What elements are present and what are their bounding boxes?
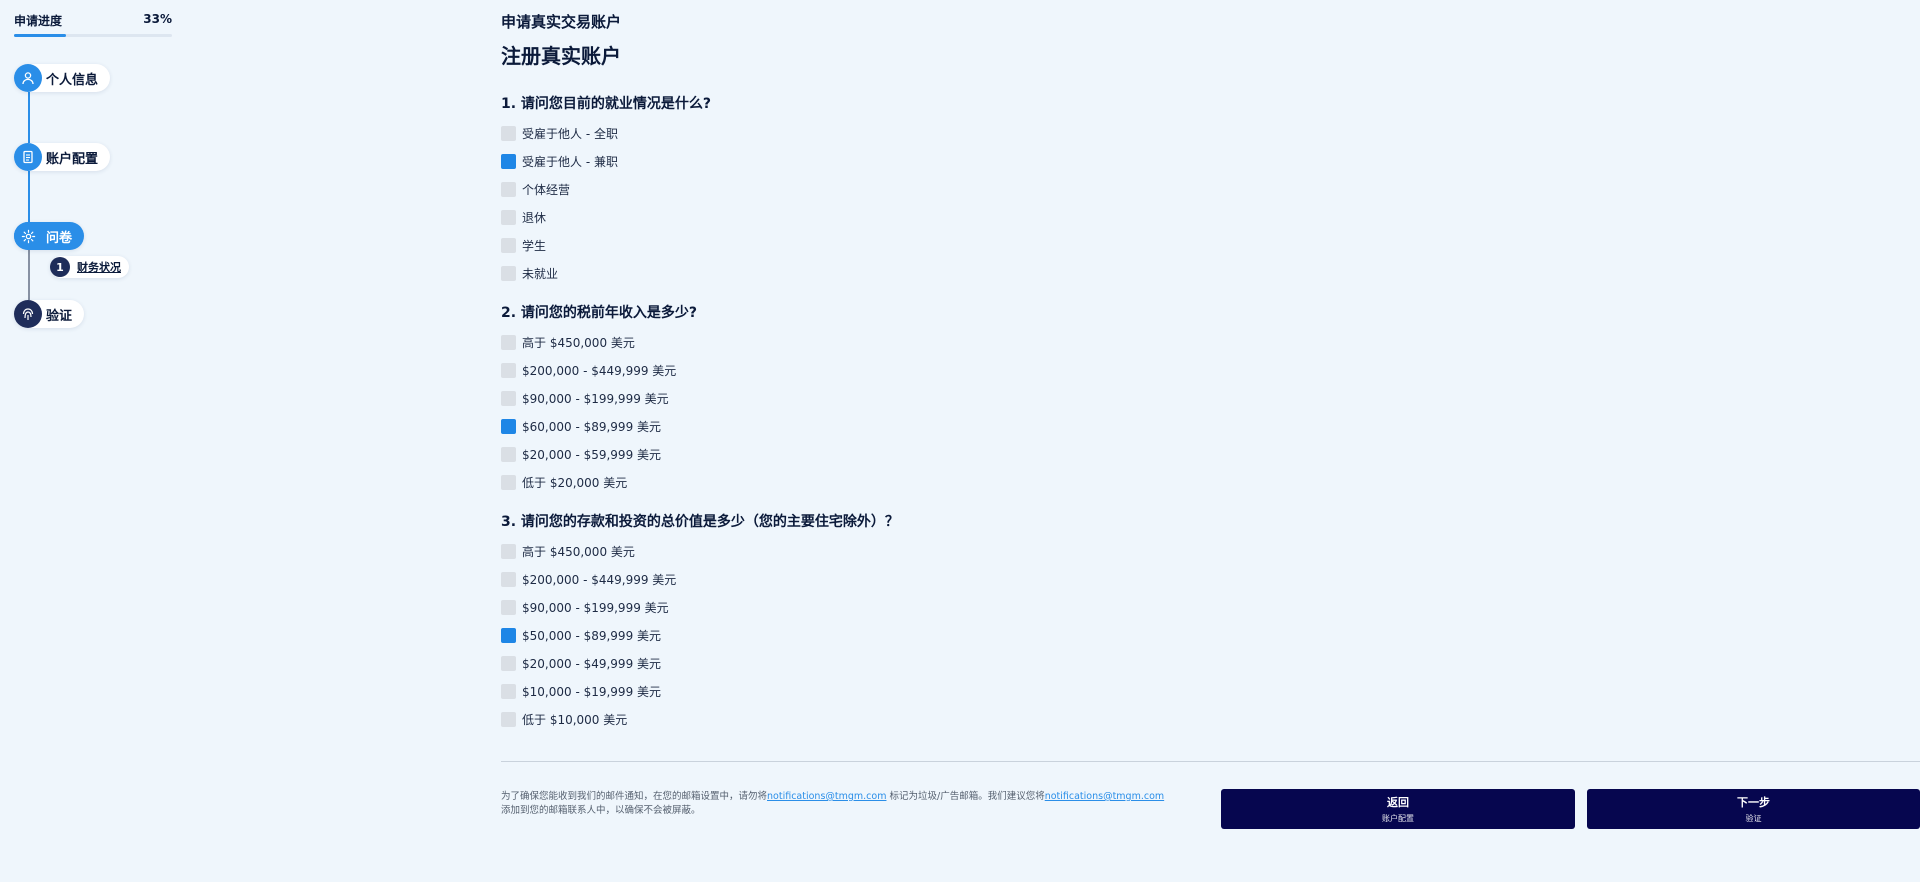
progress-bar (14, 34, 172, 37)
option-checkbox[interactable]: 低于 $20,000 美元 (501, 474, 627, 490)
page-subtitle: 申请真实交易账户 (501, 13, 622, 31)
option-label: $10,000 - $19,999 美元 (522, 684, 662, 699)
page-title: 注册真实账户 (501, 44, 621, 68)
checkbox[interactable] (501, 571, 516, 587)
option-label: $200,000 - $449,999 美元 (522, 363, 677, 378)
progress-bar-fill (14, 34, 67, 37)
document-icon (14, 143, 42, 171)
option-label: $90,000 - $199,999 美元 (522, 600, 669, 615)
next-button-label: 下一步 (1737, 796, 1770, 809)
gear-icon (14, 222, 42, 250)
option-checkbox[interactable]: $90,000 - $199,999 美元 (501, 390, 669, 406)
step-label: 个人信息 (46, 72, 99, 88)
checkbox[interactable] (501, 181, 516, 197)
substep-financial-status[interactable]: 1 财务状况 (50, 256, 129, 278)
step-label: 验证 (46, 308, 73, 324)
back-button-label: 返回 (1387, 796, 1409, 809)
checkbox[interactable] (501, 446, 516, 462)
option-label: 低于 $10,000 美元 (522, 712, 628, 727)
notification-email-link[interactable]: notifications@tmgm.com (1045, 791, 1164, 802)
option-label: $90,000 - $199,999 美元 (522, 391, 669, 406)
substep-number: 1 (50, 257, 70, 277)
option-label: $60,000 - $89,999 美元 (522, 419, 662, 434)
notification-email-link[interactable]: notifications@tmgm.com (767, 791, 886, 802)
option-label: 受雇于他人 - 全职 (522, 126, 618, 141)
option-label: 高于 $450,000 美元 (522, 335, 635, 350)
checkbox[interactable] (501, 683, 516, 699)
checkbox[interactable] (501, 334, 516, 350)
option-checkbox[interactable]: $60,000 - $89,999 美元 (501, 418, 661, 434)
option-checkbox[interactable]: $50,000 - $89,999 美元 (501, 627, 661, 643)
notice-text: 为了确保您能收到我们的邮件通知，在您的邮箱设置中，请勿将 (501, 791, 768, 802)
option-label: 个体经营 (522, 182, 571, 197)
option-label: 受雇于他人 - 兼职 (522, 154, 618, 169)
step-label: 问卷 (46, 230, 73, 246)
option-checkbox[interactable]: $20,000 - $59,999 美元 (501, 446, 661, 462)
next-button-sublabel: 验证 (1745, 814, 1762, 823)
option-label: $200,000 - $449,999 美元 (522, 572, 677, 587)
step-label: 账户配置 (46, 151, 99, 167)
checkbox[interactable] (501, 627, 516, 643)
checkbox[interactable] (501, 209, 516, 225)
checkbox[interactable] (501, 265, 516, 281)
option-label: 学生 (522, 238, 547, 253)
option-checkbox[interactable]: 受雇于他人 - 兼职 (501, 153, 618, 169)
checkbox[interactable] (501, 362, 516, 378)
checkbox[interactable] (501, 125, 516, 141)
next-button[interactable]: 下一步 验证 (1587, 789, 1920, 829)
step-questionnaire[interactable]: 问卷 (14, 222, 85, 250)
question-employment: 1. 请问您目前的就业情况是什么? (501, 96, 712, 112)
checkbox[interactable] (501, 474, 516, 490)
checkbox[interactable] (501, 543, 516, 559)
progress-header: 申请进度 33% (14, 12, 172, 37)
option-checkbox[interactable]: $10,000 - $19,999 美元 (501, 683, 661, 699)
option-checkbox[interactable]: 高于 $450,000 美元 (501, 543, 635, 559)
option-label: 高于 $450,000 美元 (522, 544, 635, 559)
option-checkbox[interactable]: 学生 (501, 237, 546, 253)
option-label: 未就业 (522, 266, 559, 281)
option-checkbox[interactable]: 受雇于他人 - 全职 (501, 125, 618, 141)
footer-divider (501, 761, 1920, 762)
checkbox[interactable] (501, 599, 516, 615)
question-annual-income: 2. 请问您的税前年收入是多少? (501, 305, 698, 321)
option-checkbox[interactable]: $90,000 - $199,999 美元 (501, 599, 669, 615)
option-checkbox[interactable]: 退休 (501, 209, 546, 225)
checkbox[interactable] (501, 655, 516, 671)
progress-percent: 33% (143, 12, 172, 26)
checkbox[interactable] (501, 237, 516, 253)
notice-text: 标记为垃圾/广告邮箱。我们建议您将 (889, 791, 1045, 802)
option-label: 退休 (522, 210, 547, 225)
notice-text: 添加到您的邮箱联系人中，以确保不会被屏蔽。 (501, 805, 701, 816)
back-button-sublabel: 账户配置 (1382, 814, 1414, 823)
checkbox[interactable] (501, 711, 516, 727)
question-savings-investments: 3. 请问您的存款和投资的总价值是多少（您的主要住宅除外）？ (501, 514, 899, 530)
option-label: $20,000 - $59,999 美元 (522, 447, 662, 462)
option-checkbox[interactable]: $20,000 - $49,999 美元 (501, 655, 661, 671)
fingerprint-icon (14, 300, 42, 328)
substep-label: 财务状况 (77, 261, 121, 274)
progress-label: 申请进度 (14, 14, 63, 28)
step-verification[interactable]: 验证 (14, 300, 85, 328)
step-personal-info[interactable]: 个人信息 (14, 64, 111, 92)
option-label: 低于 $20,000 美元 (522, 475, 628, 490)
option-checkbox[interactable]: 未就业 (501, 265, 558, 281)
back-button[interactable]: 返回 账户配置 (1221, 789, 1575, 829)
checkbox[interactable] (501, 418, 516, 434)
step-account-config[interactable]: 账户配置 (14, 143, 111, 171)
email-notice: 为了确保您能收到我们的邮件通知，在您的邮箱设置中，请勿将notification… (501, 790, 1211, 818)
option-label: $20,000 - $49,999 美元 (522, 656, 662, 671)
option-checkbox[interactable]: 低于 $10,000 美元 (501, 711, 627, 727)
option-label: $50,000 - $89,999 美元 (522, 628, 662, 643)
checkbox[interactable] (501, 153, 516, 169)
option-checkbox[interactable]: 高于 $450,000 美元 (501, 334, 635, 350)
option-checkbox[interactable]: $200,000 - $449,999 美元 (501, 571, 676, 587)
user-icon (14, 64, 42, 92)
option-checkbox[interactable]: 个体经营 (501, 181, 570, 197)
checkbox[interactable] (501, 390, 516, 406)
option-checkbox[interactable]: $200,000 - $449,999 美元 (501, 362, 676, 378)
